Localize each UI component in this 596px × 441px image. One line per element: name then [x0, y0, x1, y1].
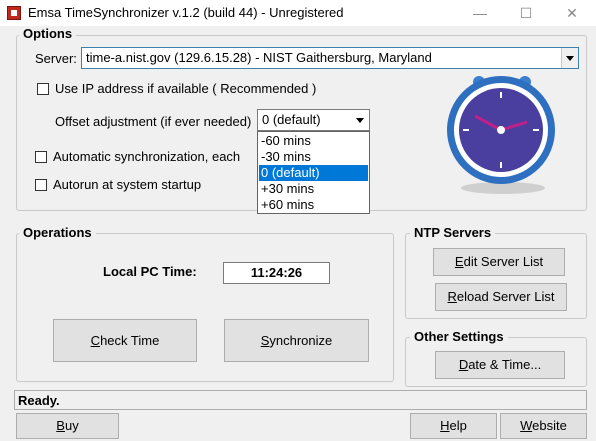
window-title: Emsa TimeSynchronizer v.1.2 (build 44) -… — [28, 5, 344, 20]
autorun-checkbox[interactable] — [35, 179, 47, 191]
reload-mnemonic: R — [447, 289, 457, 304]
server-combo[interactable]: time-a.nist.gov (129.6.15.28) - NIST Gai… — [81, 47, 579, 69]
operations-group-label: Operations — [19, 225, 96, 240]
website-mnemonic: W — [520, 418, 533, 433]
local-time-label: Local PC Time: — [103, 264, 197, 279]
dropdown-option-selected[interactable]: 0 (default) — [259, 165, 368, 181]
dropdown-option[interactable]: +60 mins — [259, 197, 368, 213]
offset-combo[interactable]: 0 (default) — [257, 109, 370, 131]
synchronize-button[interactable]: Synchronize — [224, 319, 369, 362]
buy-button[interactable]: Buy — [16, 413, 119, 439]
dropdown-option[interactable]: -60 mins — [259, 133, 368, 149]
status-text: Ready. — [18, 393, 60, 408]
status-bar: Ready. — [14, 390, 587, 410]
autorun-label: Autorun at system startup — [53, 177, 202, 192]
offset-combo-value: 0 (default) — [262, 112, 321, 127]
help-mnemonic: H — [440, 418, 450, 433]
date-time-label: ate & Time... — [468, 357, 542, 372]
reload-server-list-button[interactable]: Reload Server List — [435, 283, 567, 311]
edit-server-list-label: dit Server List — [463, 254, 544, 269]
buy-label: uy — [64, 418, 79, 433]
edit-server-list-button[interactable]: Edit Server List — [433, 248, 565, 276]
server-combo-value: time-a.nist.gov (129.6.15.28) - NIST Gai… — [86, 50, 432, 65]
dropdown-option[interactable]: +30 mins — [259, 181, 368, 197]
website-label: ebsite — [532, 418, 567, 433]
minimize-button[interactable]: — — [457, 0, 503, 26]
local-time-display: 11:24:26 — [223, 262, 330, 284]
website-button[interactable]: Website — [500, 413, 587, 439]
check-time-label: heck Time — [100, 333, 160, 348]
date-time-button[interactable]: Date & Time... — [435, 351, 565, 379]
check-time-mnemonic: C — [90, 333, 101, 348]
buy-mnemonic: B — [56, 418, 65, 433]
ntp-servers-group-label: NTP Servers — [410, 225, 496, 240]
edit-mnemonic: E — [454, 254, 464, 269]
offset-dropdown-list[interactable]: -60 mins -30 mins 0 (default) +30 mins +… — [257, 131, 370, 214]
app-icon — [7, 6, 21, 20]
maximize-button[interactable]: ☐ — [503, 0, 549, 26]
chevron-down-icon[interactable] — [352, 110, 369, 130]
options-group-label: Options — [19, 26, 77, 41]
reload-server-list-label: eload Server List — [456, 289, 555, 304]
use-ip-label: Use IP address if available ( Recommende… — [55, 81, 317, 96]
date-time-mnemonic: D — [458, 357, 469, 372]
check-time-button[interactable]: Check Time — [53, 319, 197, 362]
auto-sync-checkbox[interactable] — [35, 151, 47, 163]
offset-label: Offset adjustment (if ever needed) — [55, 114, 252, 129]
help-label: elp — [449, 418, 467, 433]
other-settings-group-label: Other Settings — [410, 329, 508, 344]
synchronize-label: ynchronize — [269, 333, 333, 348]
close-button[interactable]: ✕ — [549, 0, 595, 26]
use-ip-checkbox[interactable] — [37, 83, 49, 95]
clock-icon — [447, 76, 555, 194]
chevron-down-icon[interactable] — [561, 48, 578, 68]
server-label: Server: — [35, 51, 77, 66]
help-button[interactable]: Help — [410, 413, 497, 439]
title-bar: Emsa TimeSynchronizer v.1.2 (build 44) -… — [0, 0, 596, 26]
auto-sync-label: Automatic synchronization, each — [53, 149, 241, 164]
dropdown-option[interactable]: -30 mins — [259, 149, 368, 165]
